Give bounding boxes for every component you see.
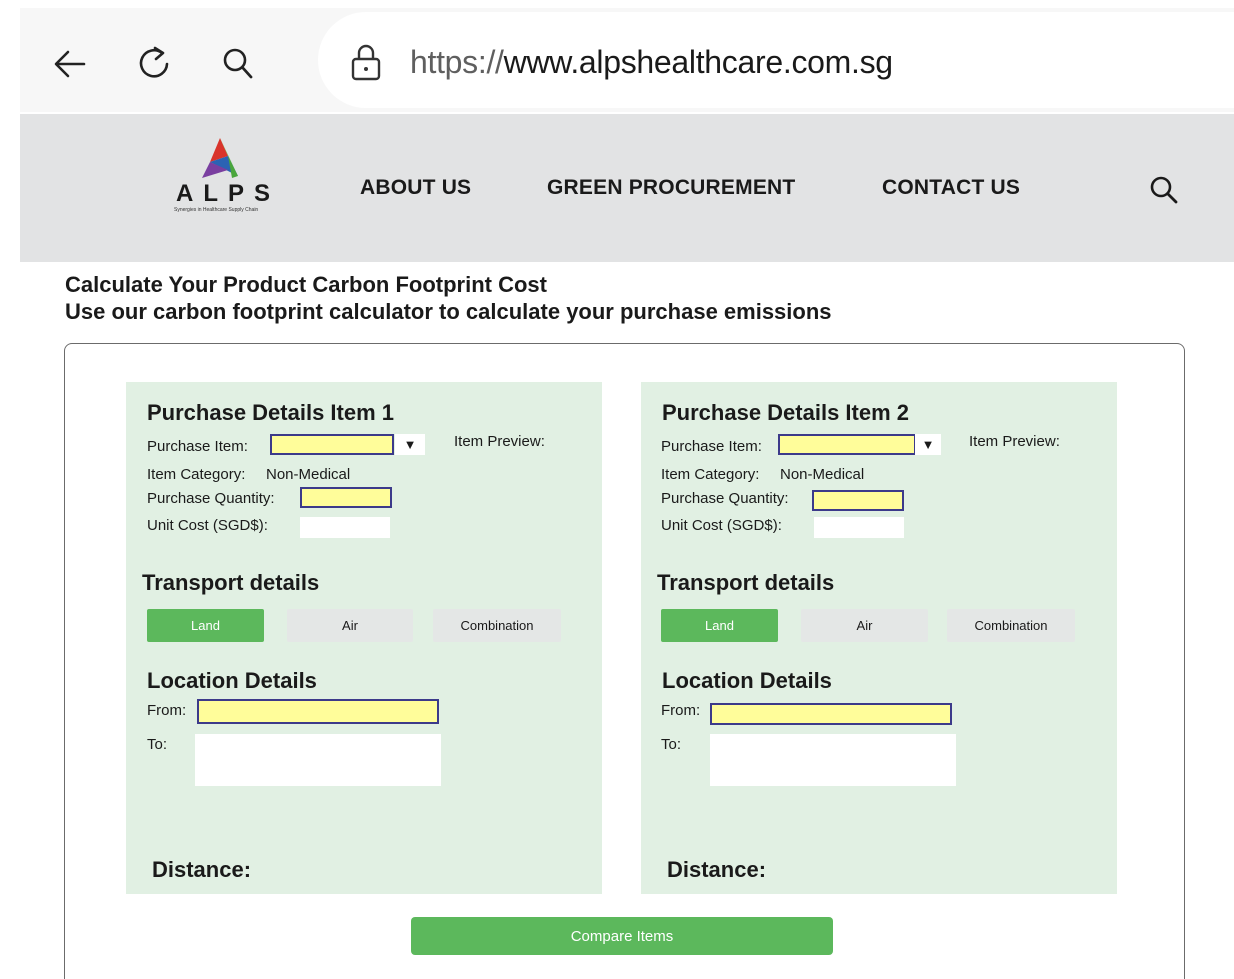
chevron-down-icon[interactable]: ▼ (915, 434, 941, 455)
back-button[interactable] (46, 40, 94, 88)
to-label: To: (661, 736, 682, 753)
refresh-button[interactable] (130, 40, 178, 88)
location-title: Location Details (147, 668, 317, 693)
logo-text: ALPS (176, 180, 281, 207)
search-icon (223, 48, 253, 79)
to-input[interactable] (710, 734, 956, 786)
distance-label: Distance: (152, 857, 252, 882)
arrow-left-icon (54, 50, 86, 78)
quantity-input[interactable] (300, 487, 392, 508)
compare-items-button[interactable]: Compare Items (411, 917, 833, 955)
url-scheme: https:// (410, 44, 504, 80)
purchase-panel-2: Purchase Details Item 2 Purchase Item: ▼… (641, 382, 1117, 894)
url-text[interactable]: https://www.alpshealthcare.com.sg (410, 42, 893, 82)
item-category-value: Non-Medical (780, 466, 865, 483)
logo-tagline: Synergies in Healthcare Supply Chain (174, 207, 259, 213)
quantity-label: Purchase Quantity: (661, 490, 789, 507)
unit-cost-field (300, 517, 390, 538)
site-header: ALPS Synergies in Healthcare Supply Chai… (20, 114, 1234, 262)
purchase-item-select[interactable] (270, 434, 394, 455)
item-preview-label: Item Preview: (454, 433, 545, 450)
from-input[interactable] (197, 699, 439, 724)
panel-title: Purchase Details Item 1 (147, 400, 395, 425)
lock-icon (351, 44, 381, 81)
purchase-panel-1: Purchase Details Item 1 Purchase Item: ▼… (126, 382, 602, 894)
mode-land-button[interactable]: Land (147, 609, 264, 642)
purchase-item-select[interactable] (778, 434, 916, 455)
mode-air-button[interactable]: Air (287, 609, 413, 642)
mode-air-button[interactable]: Air (801, 609, 928, 642)
item-category-value: Non-Medical (266, 466, 351, 483)
unit-cost-field (814, 517, 904, 538)
search-icon[interactable] (1146, 172, 1182, 208)
page: https://www.alpshealthcare.com.sg ALPS S… (0, 0, 1234, 979)
to-label: To: (147, 736, 168, 753)
transport-title: Transport details (657, 570, 835, 595)
address-bar[interactable]: https://www.alpshealthcare.com.sg (318, 12, 1234, 108)
location-title: Location Details (662, 668, 832, 693)
page-subtitle: Use our carbon footprint calculator to c… (65, 299, 832, 324)
nav-contact-us[interactable]: CONTACT US (882, 176, 1020, 200)
browser-toolbar: https://www.alpshealthcare.com.sg (20, 8, 1234, 112)
from-label: From: (147, 702, 187, 719)
quantity-label: Purchase Quantity: (147, 490, 275, 507)
purchase-item-label: Purchase Item: (147, 438, 248, 455)
unit-cost-label: Unit Cost (SGD$): (147, 517, 268, 534)
item-preview-label: Item Preview: (969, 433, 1060, 450)
mode-combination-button[interactable]: Combination (433, 609, 561, 642)
to-input[interactable] (195, 734, 441, 786)
page-title: Calculate Your Product Carbon Footprint … (65, 272, 547, 297)
panel-title: Purchase Details Item 2 (662, 400, 910, 425)
quantity-input[interactable] (812, 490, 904, 511)
nav-about-us[interactable]: ABOUT US (360, 176, 471, 200)
from-input[interactable] (710, 703, 952, 725)
from-label: From: (661, 702, 701, 719)
nav-green-procurement[interactable]: GREEN PROCUREMENT (547, 176, 795, 200)
mode-land-button[interactable]: Land (661, 609, 778, 642)
transport-title: Transport details (142, 570, 320, 595)
purchase-item-label: Purchase Item: (661, 438, 762, 455)
browser-search-button[interactable] (214, 40, 262, 88)
url-host: www.alpshealthcare.com.sg (503, 44, 893, 80)
mode-combination-button[interactable]: Combination (947, 609, 1075, 642)
item-category-label: Item Category: (147, 466, 246, 483)
item-category-label: Item Category: (661, 466, 760, 483)
distance-label: Distance: (667, 857, 767, 882)
chevron-down-icon[interactable]: ▼ (395, 434, 425, 455)
unit-cost-label: Unit Cost (SGD$): (661, 517, 782, 534)
refresh-icon (139, 46, 169, 78)
